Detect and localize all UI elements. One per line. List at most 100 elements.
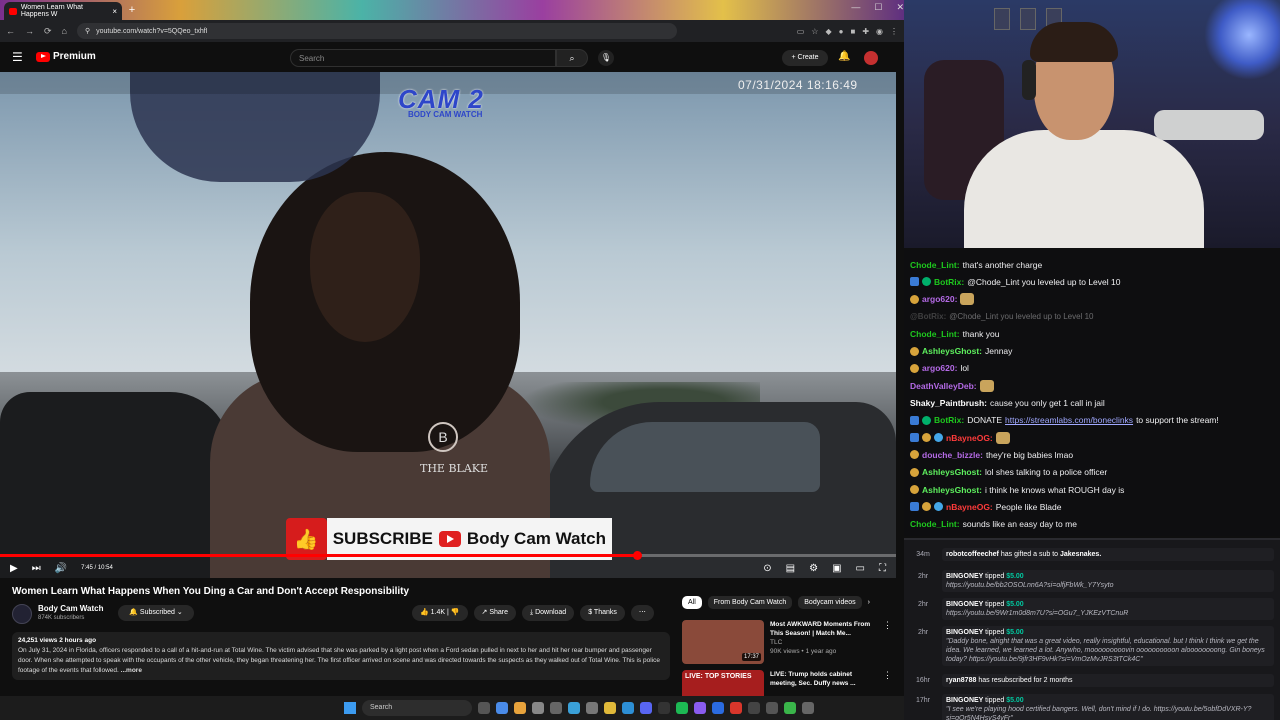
folder-icon[interactable]	[604, 702, 616, 714]
chat-username[interactable]: BotRix:	[934, 415, 964, 425]
app-icon[interactable]	[748, 702, 760, 714]
app-icon[interactable]	[532, 702, 544, 714]
captions-icon[interactable]: ▤	[786, 563, 795, 574]
spotify-icon[interactable]	[676, 702, 688, 714]
extension-icon[interactable]: ◆	[825, 27, 831, 36]
forward-icon[interactable]: →	[25, 26, 34, 36]
chip-bodycam-videos[interactable]: Bodycam videos	[798, 596, 862, 609]
close-window-icon[interactable]: ✕	[896, 2, 904, 13]
share-button[interactable]: ↗ Share	[473, 605, 517, 621]
event-message[interactable]: "I see we're playing hood certified bang…	[946, 705, 1270, 720]
browser-menu-icon[interactable]: ⋮	[890, 27, 898, 36]
app-icon[interactable]	[694, 702, 706, 714]
chat-username[interactable]: nBayneOG:	[946, 433, 993, 443]
chat-username[interactable]: argo620:	[922, 363, 957, 373]
minimize-icon[interactable]: —	[851, 2, 860, 13]
more-options-icon[interactable]: ⋮	[883, 620, 892, 666]
volume-icon[interactable]: 🔊	[55, 563, 67, 574]
app-icon[interactable]	[550, 702, 562, 714]
taskbar-search[interactable]: Search	[362, 700, 472, 716]
create-button[interactable]: + Create	[782, 50, 828, 66]
app-icon[interactable]	[586, 702, 598, 714]
app-icon[interactable]	[568, 702, 580, 714]
play-icon[interactable]: ▶	[10, 563, 18, 574]
app-icon[interactable]	[496, 702, 508, 714]
extension-icon[interactable]: ●	[839, 27, 844, 36]
back-icon[interactable]: ←	[6, 26, 15, 36]
chat-username[interactable]: BotRix:	[934, 277, 964, 287]
hamburger-icon[interactable]: ☰	[12, 50, 23, 64]
url-field[interactable]: ⚲ youtube.com/watch?v=5QQeo_txhfI	[76, 23, 677, 39]
chat-username[interactable]: AshleysGhost:	[922, 346, 982, 356]
windows-start-icon[interactable]	[344, 702, 356, 714]
app-icon[interactable]	[784, 702, 796, 714]
app-icon[interactable]	[730, 702, 742, 714]
event-message[interactable]: https://youtu.be/bb2OSOLnn6A?si=olfjFbWk…	[946, 581, 1270, 590]
recommended-video[interactable]: LIVE: TOP STORIES LIVE: Trump holds cabi…	[682, 670, 892, 696]
discord-icon[interactable]	[640, 702, 652, 714]
more-options-icon[interactable]: ⋮	[883, 670, 892, 696]
event-message[interactable]: "Daddy bone, alright that was a great vi…	[946, 637, 1270, 664]
extension-icon[interactable]: ■	[850, 27, 855, 36]
next-icon[interactable]: ⏭	[32, 563, 41, 574]
app-icon[interactable]	[712, 702, 724, 714]
chrome-icon[interactable]	[514, 702, 526, 714]
event-message[interactable]: https://youtu.be/9Wr1m0d8m7U?si=OGu7_YJK…	[946, 609, 1270, 618]
chat-username[interactable]: nBayneOG:	[946, 502, 993, 512]
profile-icon[interactable]: ◉	[876, 27, 883, 36]
channel-avatar[interactable]	[12, 604, 32, 624]
browser-tab-youtube[interactable]: Women Learn What Happens W ×	[4, 2, 122, 20]
theater-mode-icon[interactable]: ▭	[856, 563, 865, 574]
task-view-icon[interactable]	[478, 702, 490, 714]
chat-username[interactable]: Chode_Lint:	[910, 260, 960, 270]
recommended-video[interactable]: 17:37 Most AWKWARD Moments From This Sea…	[682, 620, 892, 666]
download-button[interactable]: ⤓ Download	[522, 605, 575, 621]
chevron-right-icon[interactable]: ›	[868, 599, 870, 606]
new-tab-button[interactable]: +	[126, 4, 138, 16]
chat-link[interactable]: https://streamlabs.com/boneclinks	[1005, 415, 1133, 425]
miniplayer-icon[interactable]: ▣	[832, 563, 841, 574]
chip-from-channel[interactable]: From Body Cam Watch	[707, 596, 793, 609]
home-icon[interactable]: ⌂	[62, 26, 67, 36]
search-button[interactable]: ⌕	[556, 49, 588, 67]
thanks-button[interactable]: $ Thanks	[580, 605, 625, 621]
chat-username[interactable]: @BotRix:	[910, 312, 946, 321]
app-icon[interactable]	[622, 702, 634, 714]
chat-username[interactable]: AshleysGhost:	[922, 485, 982, 495]
account-avatar[interactable]	[864, 51, 878, 65]
tab-close-icon[interactable]: ×	[112, 7, 117, 16]
voice-search-button[interactable]: 🎙	[598, 50, 614, 66]
fullscreen-icon[interactable]: ⛶	[879, 563, 886, 574]
video-player[interactable]: B THE BLAKE CAM 2 BODY CAM WATCH 07/31/2…	[0, 72, 896, 578]
reload-icon[interactable]: ⟳	[44, 26, 52, 37]
cast-icon[interactable]: ▭	[797, 27, 805, 36]
app-icon[interactable]	[658, 702, 670, 714]
chat-username[interactable]: AshleysGhost:	[922, 467, 982, 477]
notifications-bell-icon[interactable]: 🔔	[838, 51, 850, 62]
chat-username[interactable]: Chode_Lint:	[910, 519, 960, 529]
more-actions-icon[interactable]: ⋯	[630, 605, 654, 621]
chat-username[interactable]: Chode_Lint:	[910, 329, 960, 339]
description-more-link[interactable]: ...more	[121, 667, 142, 674]
app-icon[interactable]	[766, 702, 778, 714]
chat-username[interactable]: douche_bizzle:	[922, 450, 983, 460]
autoplay-toggle-icon[interactable]: ⊙	[763, 563, 771, 574]
chat-username[interactable]: DeathValleyDeb:	[910, 381, 977, 391]
like-button[interactable]: 👍 1.4K | 👎	[412, 605, 468, 621]
search-input[interactable]: Search	[290, 49, 556, 67]
maximize-icon[interactable]: ☐	[874, 2, 882, 13]
chat-username[interactable]: argo620:	[922, 294, 957, 304]
stream-event: 17hr BINGONEY tipped $5.00 "I see we're pl…	[910, 694, 1274, 720]
video-progress-bar[interactable]	[0, 551, 896, 560]
bookmark-star-icon[interactable]: ☆	[811, 27, 818, 36]
subscribed-button[interactable]: 🔔 Subscribed ⌄	[118, 605, 194, 621]
video-description[interactable]: 24,251 views 2 hours ago On July 31, 202…	[12, 632, 670, 680]
site-info-icon[interactable]: ⚲	[85, 27, 90, 35]
app-icon[interactable]	[802, 702, 814, 714]
puzzle-icon[interactable]: ✚	[862, 27, 869, 36]
settings-gear-icon[interactable]: ⚙	[809, 563, 818, 574]
chip-all[interactable]: All	[682, 596, 702, 609]
chat-username[interactable]: Shaky_Paintbrush:	[910, 398, 987, 408]
channel-name[interactable]: Body Cam Watch	[38, 604, 104, 613]
youtube-logo[interactable]: Premium	[36, 51, 96, 62]
